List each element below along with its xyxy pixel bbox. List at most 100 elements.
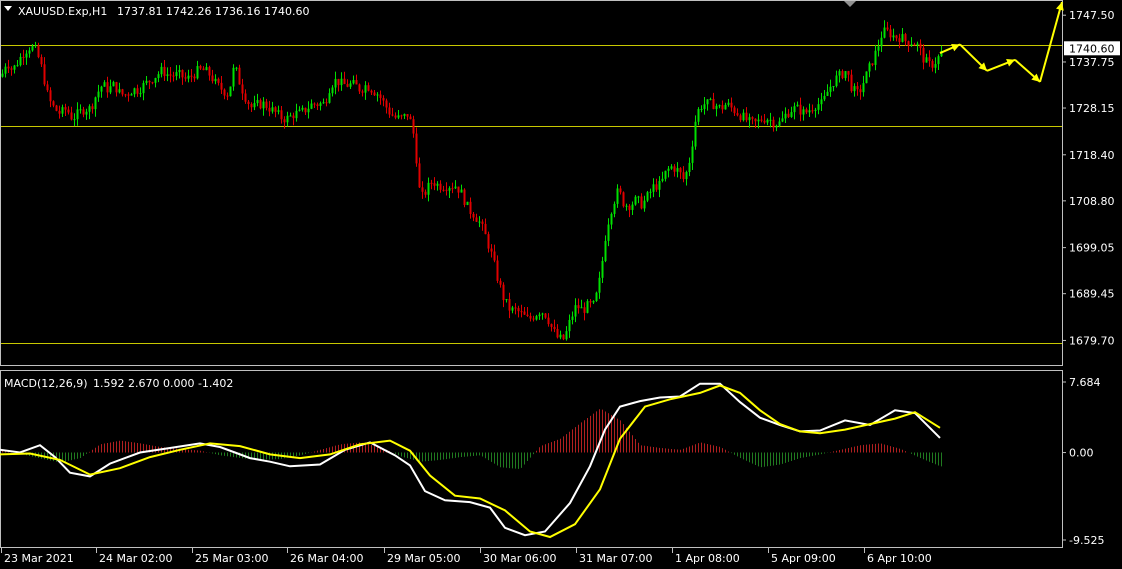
candle-body [613, 203, 616, 214]
candle-body [739, 115, 742, 121]
candle-body [109, 86, 112, 93]
candle-body [412, 119, 415, 134]
candle-body [118, 89, 121, 93]
candle-body [925, 57, 928, 63]
candle-body [277, 110, 280, 112]
candle-body [223, 89, 226, 96]
candle-body [934, 64, 937, 68]
candle-body [301, 107, 304, 110]
current-price-label: 1740.60 [1069, 42, 1115, 55]
candle-body [586, 301, 589, 313]
candle-body [409, 116, 412, 120]
candle-body [166, 74, 169, 76]
candle-body [238, 67, 241, 85]
price-tick-label: 1728.15 [1069, 102, 1115, 115]
candle-body [634, 196, 637, 205]
candle-body [217, 78, 220, 83]
candle-body [445, 189, 448, 191]
candle-body [823, 95, 826, 100]
candle-body [376, 94, 379, 96]
macd-tick-label: -9.525 [1069, 534, 1104, 547]
candle-body [727, 102, 730, 105]
candle-body [130, 94, 133, 96]
candle-body [67, 109, 70, 113]
candle-body [529, 315, 532, 319]
candle-body [271, 107, 274, 112]
candle-body [346, 84, 349, 87]
candle-body [337, 78, 340, 86]
candle-body [43, 64, 46, 85]
price-tick-label: 1718.40 [1069, 149, 1115, 162]
candle-body [187, 75, 190, 79]
candle-body [763, 120, 766, 123]
candle-body [697, 109, 700, 122]
candle-body [127, 94, 130, 96]
time-tick-label: 29 Mar 05:00 [387, 552, 460, 565]
candle-body [40, 57, 43, 65]
candle-body [331, 87, 334, 94]
time-tick-label: 26 Mar 04:00 [290, 552, 363, 565]
candle-body [886, 27, 889, 30]
candle-body [508, 299, 511, 311]
candle-body [55, 105, 58, 111]
price-tick-label: 1737.75 [1069, 56, 1115, 69]
candle-body [37, 45, 40, 58]
candle-body [397, 115, 400, 118]
candle-body [235, 67, 238, 69]
candle-body [892, 35, 895, 38]
candle-body [676, 168, 679, 172]
candle-body [703, 104, 706, 110]
candle-body [685, 172, 688, 180]
candle-body [649, 191, 652, 193]
candle-body [616, 188, 619, 204]
candle-body [226, 95, 229, 97]
candle-body [334, 78, 337, 88]
candle-body [442, 189, 445, 191]
candle-body [700, 109, 703, 111]
candle-body [115, 82, 118, 93]
candle-body [154, 78, 157, 83]
ohlc-values: 1737.81 1742.26 1736.16 1740.60 [117, 5, 309, 18]
candle-body [292, 115, 295, 119]
time-tick-label: 30 Mar 06:00 [483, 552, 556, 565]
candle-body [112, 82, 115, 87]
candle-body [325, 102, 328, 104]
candle-body [784, 113, 787, 119]
candle-body [748, 117, 751, 121]
chart-canvas[interactable]: 1747.50 1737.75 1728.15 1718.40 1708.80 1699.… [0, 0, 1122, 569]
candle-body [574, 305, 577, 317]
candle-body [928, 57, 931, 62]
candle-body [253, 103, 256, 108]
candle-body [931, 61, 934, 68]
candle-body [436, 183, 439, 186]
candle-body [31, 46, 34, 51]
candle-body [517, 308, 520, 312]
candle-body [94, 97, 97, 110]
candle-body [598, 277, 601, 293]
candle-body [247, 101, 250, 104]
time-tick-label: 1 Apr 08:00 [675, 552, 740, 565]
macd-label: MACD(12,26,9) [4, 377, 88, 390]
candle-body [847, 71, 850, 75]
candle-body [91, 106, 94, 110]
candle-body [427, 182, 430, 195]
candle-body [802, 109, 805, 115]
candle-body [475, 217, 478, 222]
candle-body [901, 34, 904, 42]
candle-body [184, 77, 187, 79]
candle-body [637, 196, 640, 198]
candle-body [544, 313, 547, 318]
candle-body [862, 83, 865, 93]
candle-body [73, 119, 76, 121]
candle-body [733, 107, 736, 114]
candle-body [148, 80, 151, 83]
candle-body [742, 112, 745, 121]
candle-body [880, 37, 883, 47]
candle-body [889, 29, 892, 38]
candle-body [877, 46, 880, 51]
candle-body [805, 109, 808, 113]
candle-body [169, 74, 172, 76]
candle-body [826, 91, 829, 96]
candle-body [754, 118, 757, 122]
candle-body [457, 186, 460, 193]
